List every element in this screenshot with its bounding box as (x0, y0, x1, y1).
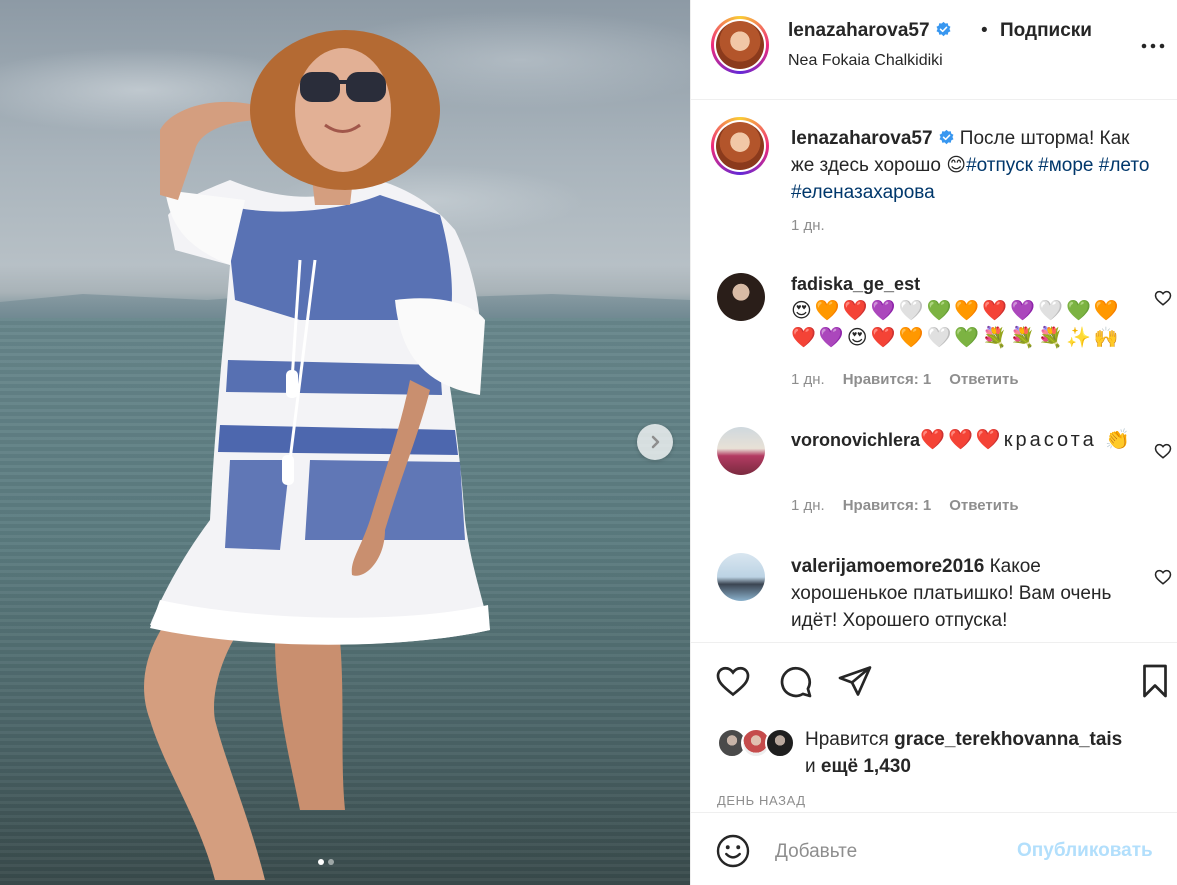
location-link[interactable]: Nea Fokaia Chalkidiki (788, 52, 943, 70)
carousel-dot-active (318, 859, 324, 865)
comment-body: 😍🧡❤️💜🤍💚🧡❤️💜🤍💚🧡❤️💜😍❤️🧡🤍💚💐💐💐✨🙌 (791, 300, 1122, 349)
likes-text: Нравится grace_terekhovanna_tais и ещё 1… (805, 726, 1175, 780)
share-paper-plane-icon[interactable] (837, 663, 873, 699)
post-side-panel: lenazaharova57 • Подписки Nea Fokaia Cha… (690, 0, 1177, 885)
commenter-username-link[interactable]: voronovichlera (791, 430, 920, 450)
commenter-username-link[interactable]: valerijamoemore2016 (791, 556, 984, 577)
likes-prefix: Нравится (805, 729, 895, 750)
add-comment-bar: Опубликовать (691, 812, 1177, 885)
author-username-link[interactable]: lenazaharova57 (788, 20, 930, 41)
likes-and: и (805, 756, 821, 777)
publish-button[interactable]: Опубликовать (1017, 840, 1153, 862)
comment-text: fadiska_ge_est 😍🧡❤️💜🤍💚🧡❤️💜🤍💚🧡❤️💜😍❤️🧡🤍💚💐💐… (791, 271, 1141, 352)
comment-text: voronovichlera ❤️❤️❤️красота 👏 (791, 427, 1141, 454)
comment-bubble-icon[interactable] (777, 663, 813, 699)
like-comment-heart-icon[interactable] (1154, 442, 1172, 460)
post-header: lenazaharova57 • Подписки Nea Fokaia Cha… (691, 0, 1177, 100)
caption-time: 1 дн. (791, 217, 825, 234)
liker-username-link[interactable]: grace_terekhovanna_tais (894, 729, 1122, 750)
comment-likes-link[interactable]: Нравится: 1 (843, 371, 932, 388)
emoji-smile-icon[interactable] (715, 833, 751, 869)
like-heart-icon[interactable] (715, 663, 751, 699)
carousel-indicator (318, 859, 334, 865)
woman-in-dress-figure (144, 30, 490, 880)
reply-button[interactable]: Ответить (949, 497, 1018, 514)
comment-meta: 1 дн. Нравится: 1 Ответить (791, 371, 1019, 388)
caption-avatar[interactable] (711, 117, 769, 175)
add-comment-input[interactable] (775, 835, 1005, 869)
more-options-icon[interactable] (1138, 34, 1168, 58)
save-bookmark-icon[interactable] (1137, 663, 1173, 699)
following-button[interactable]: Подписки (1000, 20, 1092, 42)
comment-time: 1 дн. (791, 371, 825, 388)
likes-count-link[interactable]: ещё 1,430 (821, 756, 911, 777)
reply-button[interactable]: Ответить (949, 371, 1018, 388)
commenter-username-link[interactable]: fadiska_ge_est (791, 274, 920, 294)
post-photo[interactable] (0, 0, 690, 885)
comments-list[interactable]: lenazaharova57 После шторма! Как же здес… (691, 101, 1177, 642)
chevron-right-icon (651, 435, 660, 449)
comment-time: 1 дн. (791, 497, 825, 514)
comment-likes-link[interactable]: Нравится: 1 (843, 497, 932, 514)
comment-text: valerijamoemore2016 Какое хорошенькое пл… (791, 553, 1141, 634)
post-actions: Нравится grace_terekhovanna_tais и ещё 1… (691, 642, 1177, 812)
verified-badge-icon (936, 21, 951, 37)
verified-badge-icon (939, 129, 954, 145)
header-separator: • (981, 20, 988, 41)
liker-avatar[interactable] (765, 728, 795, 758)
commenter-avatar[interactable] (717, 273, 765, 321)
commenter-avatar[interactable] (717, 553, 765, 601)
like-comment-heart-icon[interactable] (1154, 568, 1172, 586)
post-date[interactable]: ДЕНЬ НАЗАД (717, 793, 806, 808)
caption-text: lenazaharova57 После шторма! Как же здес… (791, 125, 1151, 206)
next-photo-button[interactable] (637, 424, 673, 460)
comment-body: ❤️❤️❤️красота 👏 (920, 429, 1134, 451)
commenter-avatar[interactable] (717, 427, 765, 475)
like-comment-heart-icon[interactable] (1154, 289, 1172, 307)
caption-username-link[interactable]: lenazaharova57 (791, 128, 933, 149)
carousel-dot (328, 859, 334, 865)
liker-avatars (717, 728, 797, 760)
comment-meta: 1 дн. Нравится: 1 Ответить (791, 497, 1019, 514)
author-avatar[interactable] (711, 16, 769, 74)
